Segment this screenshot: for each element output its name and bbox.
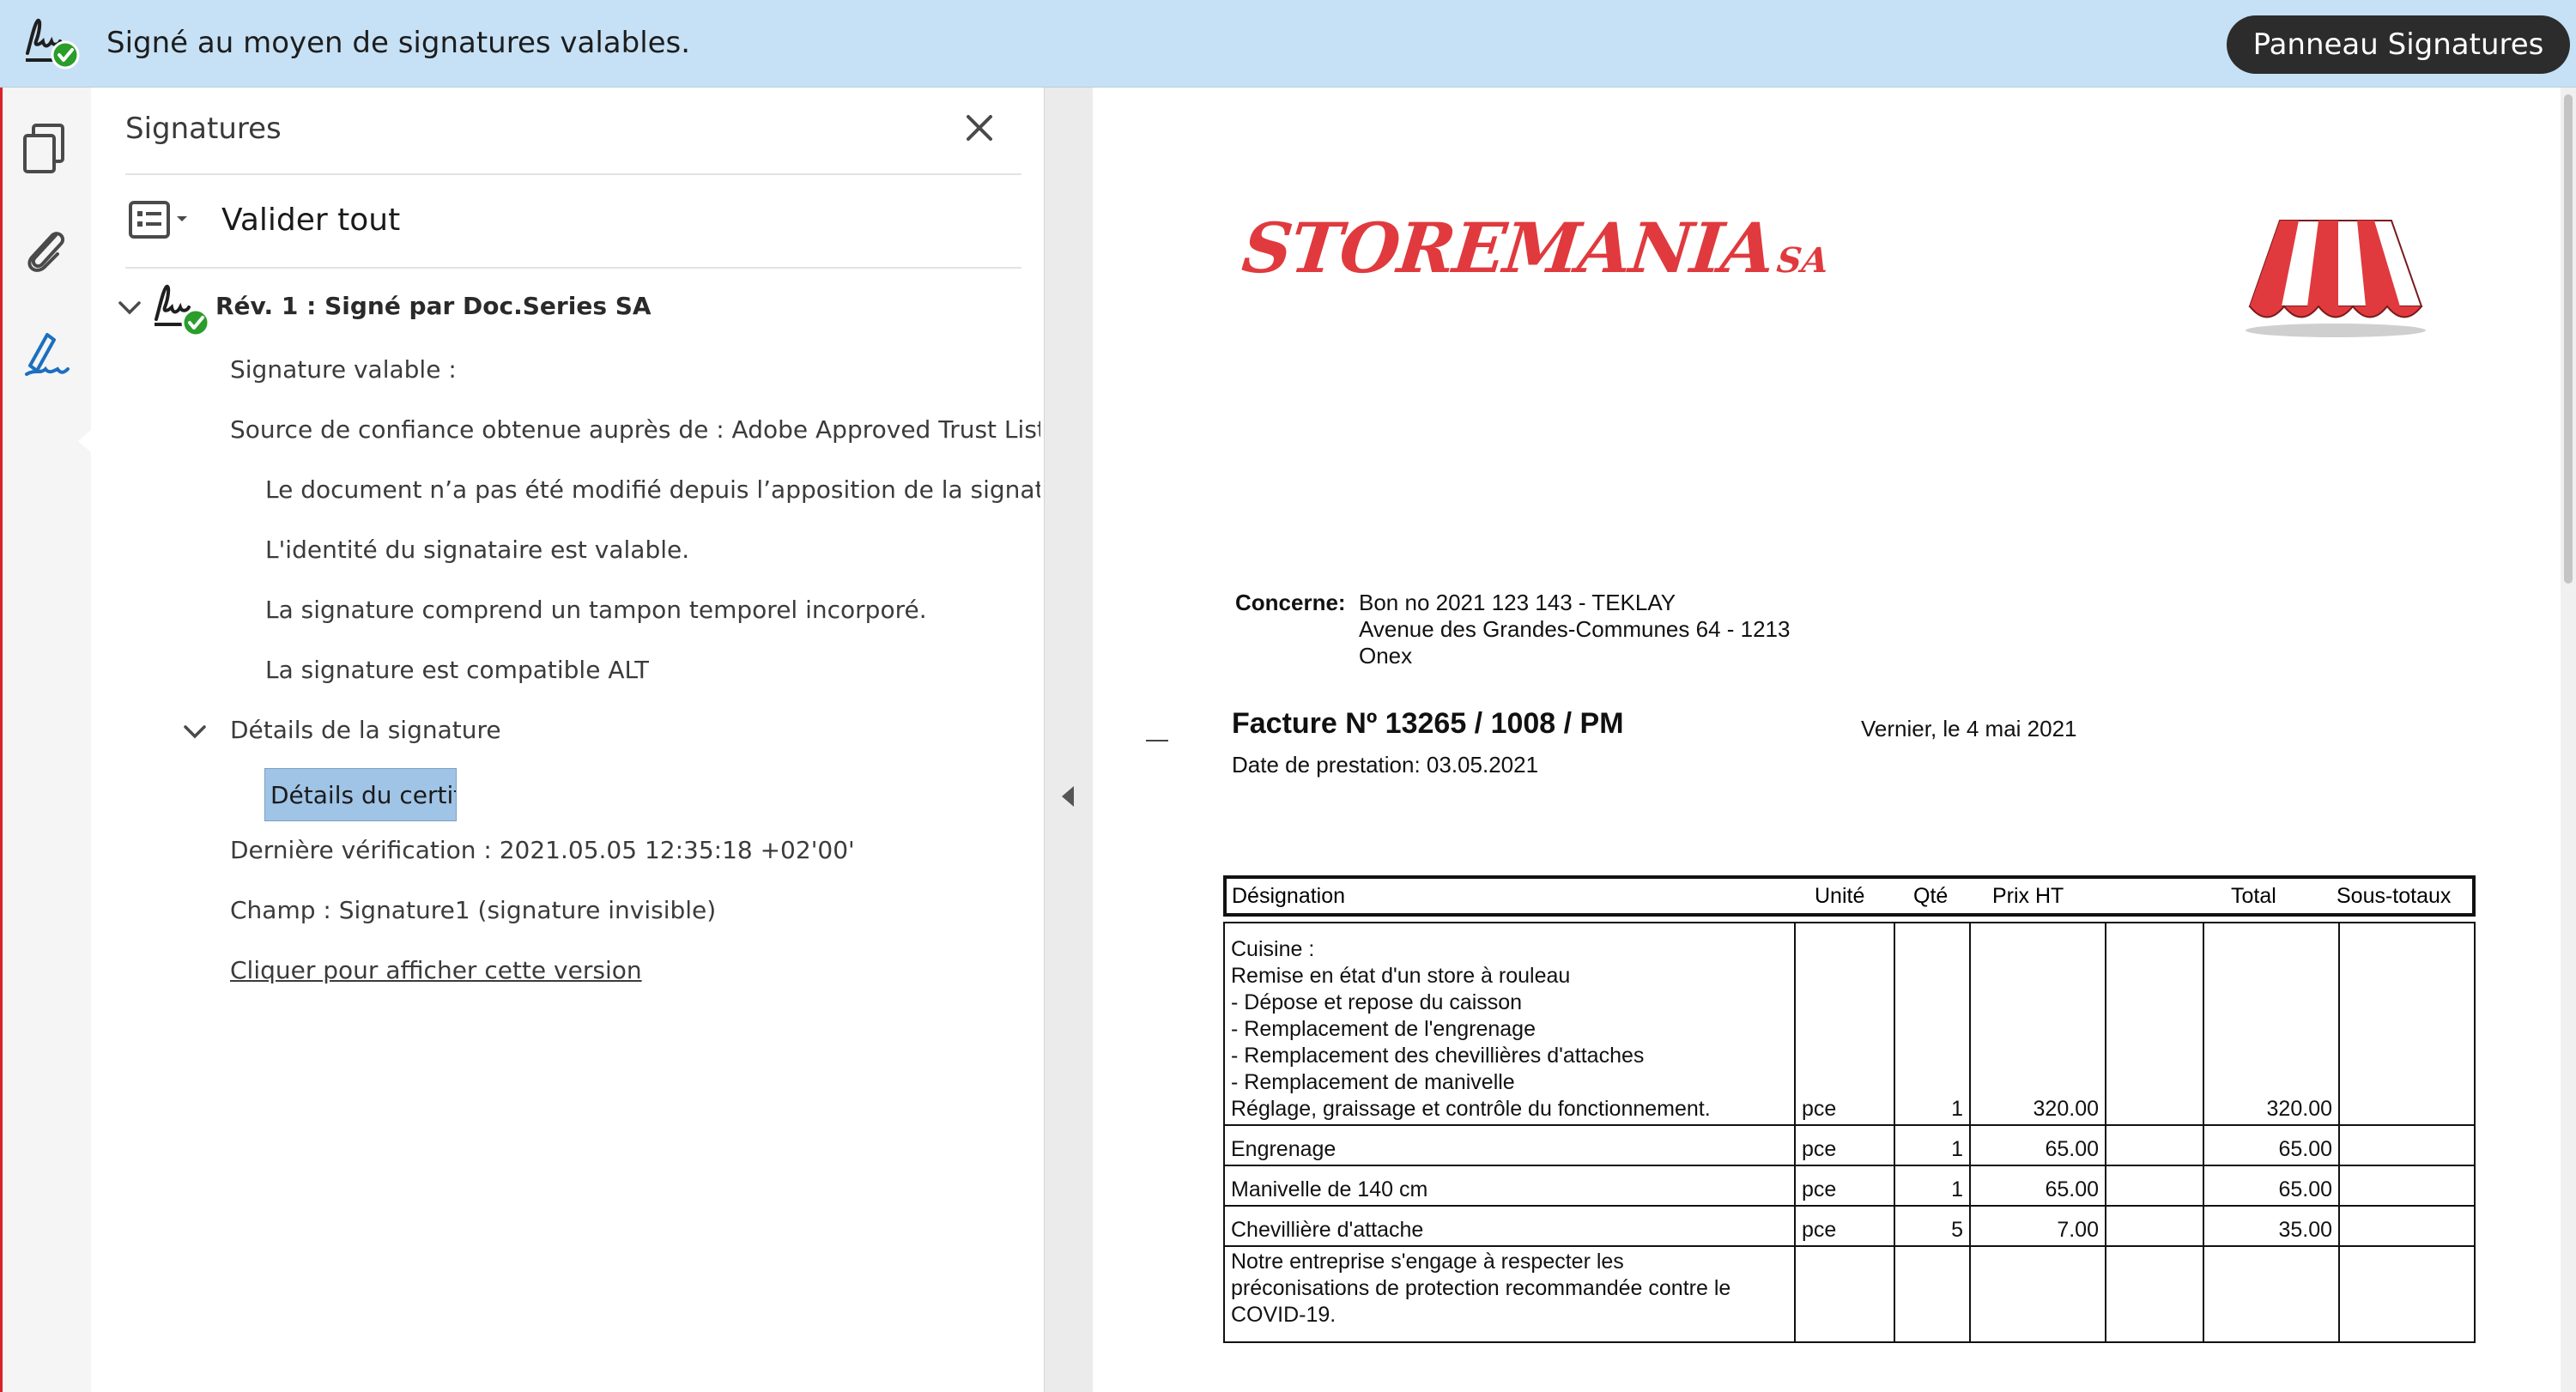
revision-title[interactable]: Rév. 1 : Signé par Doc.Series SA [215,292,652,320]
panel-splitter[interactable] [1045,88,1093,1392]
column-header: Unité [1815,884,1865,908]
options-menu-icon[interactable] [127,199,199,244]
signatures-panel-button[interactable]: Panneau Signatures [2227,15,2570,74]
scrollbar-thumb[interactable] [2564,94,2573,584]
unit-cell: pce [1794,1205,1895,1247]
concerne-label: Concerne: [1235,590,1346,615]
validate-all-button[interactable]: Valider tout [221,203,400,238]
subtotal-cell [2338,1124,2476,1166]
panel-title: Signatures [125,112,282,146]
subtotal-cell [2338,1245,2476,1343]
unit-cell: pce [1794,1124,1895,1166]
designation-cell: Engrenage [1223,1124,1796,1166]
signature-valid-icon [155,284,210,337]
column-header: Qté [1913,884,1949,908]
signatures-panel: Signatures Valider tout Rév. 1 : Signé p… [91,88,1045,1392]
signature-valid-icon [26,18,80,70]
empty-cell [2105,1245,2204,1343]
empty-cell [2105,1165,2204,1207]
close-icon[interactable] [958,106,1001,149]
total-cell: 65.00 [2203,1165,2340,1207]
logo-suffix-text: SA [1774,240,1831,281]
empty-cell [2105,1205,2204,1247]
total-cell: 320.00 [2203,922,2340,1126]
subtotal-cell [2338,922,2476,1126]
qty-cell: 1 [1894,1124,1971,1166]
signature-status-banner: Signé au moyen de signatures valables. P… [0,0,2576,88]
view-version-link[interactable]: Cliquer pour afficher cette version [230,956,642,984]
table-header: Désignation Unité Qté Prix HT Total Sous… [1223,875,2476,917]
ltv-line: La signature est compatible ALT [265,656,650,684]
designation-cell: Notre entreprise s'engage à respecter le… [1223,1245,1796,1343]
column-header: Désignation [1232,884,1346,908]
total-cell: 65.00 [2203,1124,2340,1166]
last-verification-line: Dernière vérification : 2021.05.05 12:35… [230,836,855,864]
chevron-down-icon[interactable] [180,717,209,747]
column-header: Prix HT [1992,884,2064,908]
column-header: Total [2231,884,2276,908]
table-row: Engrenage pce 1 65.00 65.00 [1223,1124,2476,1166]
empty-cell [2105,922,2204,1126]
designation-cell: Cuisine : Remise en état d'un store à ro… [1223,922,1796,1126]
price-cell: 65.00 [1969,1124,2106,1166]
identity-valid-line: L'identité du signataire est valable. [265,536,690,564]
chevron-down-icon[interactable] [115,294,144,323]
subtotal-cell [2338,1205,2476,1247]
designation-cell: Manivelle de 140 cm [1223,1165,1796,1207]
price-cell: 65.00 [1969,1165,2106,1207]
field-line: Champ : Signature1 (signature invisible) [230,896,717,924]
empty-cell [2105,1124,2204,1166]
subtotal-cell [2338,1165,2476,1207]
active-panel-indicator [78,429,92,453]
price-cell: 320.00 [1969,922,2106,1126]
document-page: STOREMANIASA Concerne: Bon no 2021 123 1… [1093,88,2561,1392]
table-row: Manivelle de 140 cm pce 1 65.00 65.00 [1223,1165,2476,1207]
company-logo: STOREMANIASA [1239,208,1834,288]
unit-cell: pce [1794,1165,1895,1207]
trust-source-line: Source de confiance obtenue auprès de : … [230,415,1040,444]
logo-main-text: STOREMANIA [1239,208,1778,288]
concerne-line: Bon no 2021 123 143 - TEKLAY [1359,590,1676,615]
table-row: Cuisine : Remise en état d'un store à ro… [1223,922,2476,1126]
price-cell: 7.00 [1969,1205,2106,1247]
qty-cell: 1 [1894,1165,1971,1207]
vertical-scrollbar[interactable] [2561,88,2576,1392]
page-mark [1146,740,1168,741]
price-cell [1969,1245,2106,1343]
concerne-line: Onex [1359,643,1413,669]
column-header: Sous-totaux [2337,884,2452,908]
divider [125,267,1021,269]
table-row: Notre entreprise s'engage à respecter le… [1223,1245,2476,1343]
collapse-arrow-icon[interactable] [1062,786,1074,807]
unit-cell [1794,1245,1895,1343]
divider [125,173,1021,175]
qty-cell [1894,1245,1971,1343]
signature-valid-line: Signature valable : [230,355,457,384]
timestamp-line: La signature comprend un tampon temporel… [265,596,927,624]
invoice-table: Cuisine : Remise en état d'un store à ro… [1223,922,2476,1343]
place-date: Vernier, le 4 mai 2021 [1861,716,2077,741]
signature-details-toggle[interactable]: Détails de la signature [230,716,501,744]
designation-cell: Chevillière d'attache [1223,1205,1796,1247]
total-cell [2203,1245,2340,1343]
unit-cell: pce [1794,922,1895,1126]
certificate-details-button[interactable]: Détails du certificat... [264,768,457,821]
service-date: Date de prestation: 03.05.2021 [1232,752,1539,778]
not-modified-line: Le document n’a pas été modifié depuis l… [265,475,1040,504]
qty-cell: 5 [1894,1205,1971,1247]
signature-status-text: Signé au moyen de signatures valables. [106,26,691,60]
total-cell: 35.00 [2203,1205,2340,1247]
table-row: Chevillière d'attache pce 5 7.00 35.00 [1223,1205,2476,1247]
tool-rail [0,88,93,1392]
awning-logo-icon [2246,220,2426,337]
signature-pen-icon[interactable] [21,326,70,379]
qty-cell: 1 [1894,922,1971,1126]
concerne-line: Avenue des Grandes-Communes 64 - 1213 [1359,616,1791,642]
invoice-title: Facture Nº 13265 / 1008 / PM [1232,707,1624,740]
pages-icon[interactable] [21,122,70,175]
attachment-icon[interactable] [21,223,70,276]
